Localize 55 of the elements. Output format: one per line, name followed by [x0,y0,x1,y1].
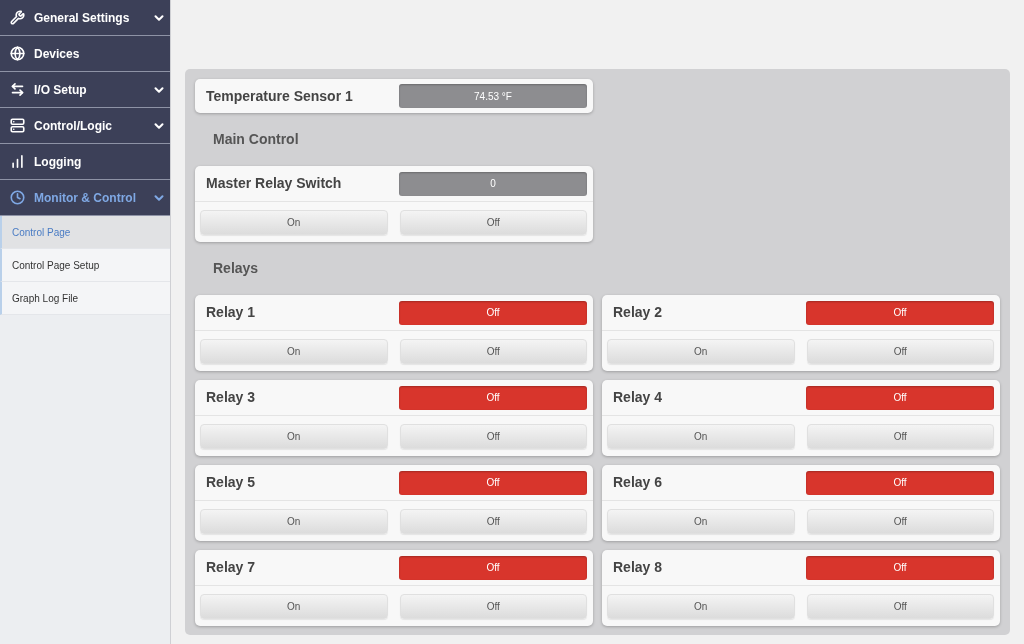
sidebar-item[interactable]: I/O Setup [0,72,170,108]
section-heading: Main Control [213,130,299,149]
switch-label: Relay 1 [206,303,256,322]
value-field: Off [399,385,587,410]
switch-label: Relay 3 [206,388,256,407]
switch-label: Relay 7 [206,558,256,577]
bar-chart-icon [10,154,25,169]
toggle-button[interactable]: On [607,424,795,449]
value-field: Off [399,300,587,325]
sidebar-item[interactable]: General Settings [0,0,170,36]
switch-label: Master Relay Switch [206,174,342,193]
value-field: Off [399,555,587,580]
toggle-button[interactable]: Off [399,424,587,449]
submenu-item[interactable]: Control Page Setup [0,249,170,282]
sidebar-item[interactable]: Devices [0,36,170,72]
toggle-button[interactable]: On [607,339,795,364]
switch-label: Relay 2 [613,303,663,322]
toggle-button[interactable]: On [200,594,388,619]
sidebar-item[interactable]: Control/Logic [0,108,170,144]
sensor-label: Temperature Sensor 1 [206,86,353,106]
toggle-button[interactable]: On [200,424,388,449]
toggle-button[interactable]: Off [806,339,994,364]
value-field: 0 [399,171,587,196]
switch-label: Relay 4 [613,388,663,407]
section-heading: Relays [213,259,259,278]
value-field: Off [399,470,587,495]
toggle-button[interactable]: Off [806,509,994,534]
sidebar-item[interactable]: Logging [0,144,170,180]
clock-icon [10,190,25,205]
toggle-button[interactable]: Off [806,424,994,449]
toggle-button[interactable]: Off [399,594,587,619]
switch-label: Relay 5 [206,473,256,492]
toggle-button[interactable]: On [607,509,795,534]
toggle-button[interactable]: On [200,509,388,534]
toggle-button[interactable]: Off [806,594,994,619]
value-field: 74.53 °F [399,84,587,108]
arrows-icon [10,82,25,97]
value-field: Off [806,300,994,325]
value-field: Off [806,470,994,495]
value-field: Off [806,385,994,410]
toggle-button[interactable]: On [607,594,795,619]
switch-label: Relay 6 [613,473,663,492]
globe-icon [10,46,25,61]
sidebar-item[interactable]: Monitor & Control [0,180,170,216]
value-field: Off [806,555,994,580]
toggle-button[interactable]: On [200,339,388,364]
toggle-button[interactable]: Off [399,509,587,534]
submenu-item[interactable]: Graph Log File [0,282,170,315]
submenu-item[interactable]: Control Page [0,216,170,249]
server-icon [10,118,25,133]
toggle-button[interactable]: Off [399,339,587,364]
toggle-button[interactable]: Off [399,210,587,235]
toggle-button[interactable]: On [200,210,388,235]
switch-label: Relay 8 [613,558,663,577]
wrench-icon [10,10,25,25]
